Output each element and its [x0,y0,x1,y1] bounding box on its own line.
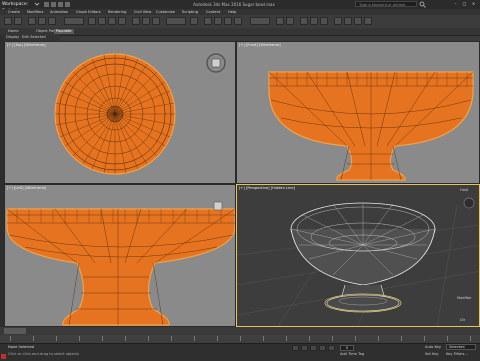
rotate-icon[interactable] [142,17,150,25]
curve-editor-icon[interactable] [310,17,318,25]
link-icon[interactable] [28,17,36,25]
named-selection-dropdown[interactable] [250,17,270,25]
selection-status: None Selected [8,345,35,349]
play-icon[interactable] [310,345,317,351]
main-toolbar [0,15,480,29]
timeline-tick [378,336,379,341]
rendered-frame-icon[interactable] [354,17,362,25]
minimize-button[interactable]: – [452,1,459,7]
top-view-mesh [54,53,176,175]
timeline-tick [194,336,195,341]
timeline-tick [263,336,264,341]
reference-coordinate-dropdown[interactable] [166,17,186,25]
spinner-snap-icon[interactable] [234,17,242,25]
time-slider[interactable] [0,327,480,335]
prompt-line: Click or click-and-drag to select object… [8,352,79,356]
bind-space-warp-icon[interactable] [48,17,56,25]
timeline-tick [56,336,57,341]
move-icon[interactable] [132,17,140,25]
ribbon-label-name: Name [8,29,19,33]
quick-access-toolbar[interactable] [44,1,76,8]
snap-toggle-icon[interactable] [204,17,212,25]
front-view-mesh [268,71,474,181]
scale-icon[interactable] [152,17,160,25]
timeline-tick [217,336,218,341]
left-view-mesh [6,208,235,326]
pivot-center-icon[interactable] [190,17,198,25]
chevron-down-icon[interactable] [34,1,40,7]
timeline-tick [401,336,402,341]
close-button[interactable]: × [470,1,477,7]
search-icon[interactable] [419,1,426,8]
timeline-tick [332,336,333,341]
goto-start-icon[interactable] [292,345,299,351]
perspective-view-mesh [237,202,479,326]
select-by-name-icon[interactable] [98,17,106,25]
render-setup-icon[interactable] [344,17,352,25]
viewcube-icon[interactable] [205,52,227,74]
tab-populate[interactable]: Populate [54,29,74,34]
workspace-selector[interactable]: Workspace: Default [2,1,32,14]
timeline-tick [171,336,172,341]
unlink-icon[interactable] [38,17,46,25]
timeline-tick [424,336,425,341]
viewcube-icon[interactable] [213,201,223,211]
timeline-tick [125,336,126,341]
search-input[interactable]: Type a keyword or phrase [355,1,417,7]
auto-key-label[interactable]: Auto Key [425,345,441,349]
rectangular-selection-icon[interactable] [108,17,116,25]
undo-icon[interactable] [4,17,12,25]
time-slider-handle[interactable] [4,328,26,334]
panel-hold-label[interactable]: Hold [460,188,468,192]
maxscript-listener-icon[interactable] [1,354,6,359]
goto-end-icon[interactable] [328,345,335,351]
panel-dir-label[interactable]: Dir [460,318,465,322]
render-icon[interactable] [364,17,372,25]
timeline-tick [33,336,34,341]
selection-filter-dropdown[interactable] [64,17,84,25]
align-icon[interactable] [286,17,294,25]
timeline-tick [10,336,11,341]
next-frame-icon[interactable] [319,345,326,351]
selected-dropdown[interactable]: Selected [446,344,476,350]
timeline-tick [240,336,241,341]
tab-edit-selected[interactable]: Edit Selected [20,35,48,40]
mirror-icon[interactable] [276,17,284,25]
key-filters-button[interactable]: Key Filters... [446,352,468,356]
previous-frame-icon[interactable] [301,345,308,351]
timeline-tick [148,336,149,341]
viewport-top[interactable]: [+] [Top] [Wireframe] [4,41,236,184]
maximize-button[interactable]: □ [461,1,468,7]
timeline-tick [102,336,103,341]
add-time-tag[interactable]: Add Time Tag [340,352,364,356]
panel-modifier-label[interactable]: Modifier [457,296,472,300]
viewport-left[interactable]: [+] [Left] [Wireframe] [4,184,236,327]
timeline-tick [355,336,356,341]
select-object-icon[interactable] [88,17,96,25]
ribbon: Name Object Paint Populate [0,28,480,36]
orbit-icon[interactable] [462,196,476,210]
window-crossing-icon[interactable] [118,17,126,25]
timeline-tick [286,336,287,341]
percent-snap-icon[interactable] [224,17,232,25]
viewport-front[interactable]: [+] [Front] [Wireframe] [236,41,480,184]
tab-display[interactable]: Display [4,35,21,40]
timeline-tick [309,336,310,341]
current-frame-field[interactable]: 0 [340,345,354,351]
timeline-tick [79,336,80,341]
schematic-view-icon[interactable] [320,17,328,25]
angle-snap-icon[interactable] [214,17,222,25]
window-title: Autodesk 3ds Max 2016 Sugar bowl.max [193,2,275,7]
timeline-tick [470,336,471,341]
viewport-perspective[interactable]: [+] [Perspective] [Hidden Line] [236,184,480,327]
timeline-tick [447,336,448,341]
material-editor-icon[interactable] [334,17,342,25]
redo-icon[interactable] [14,17,22,25]
set-key-label[interactable]: Set Key [425,352,439,356]
layer-explorer-icon[interactable] [300,17,308,25]
